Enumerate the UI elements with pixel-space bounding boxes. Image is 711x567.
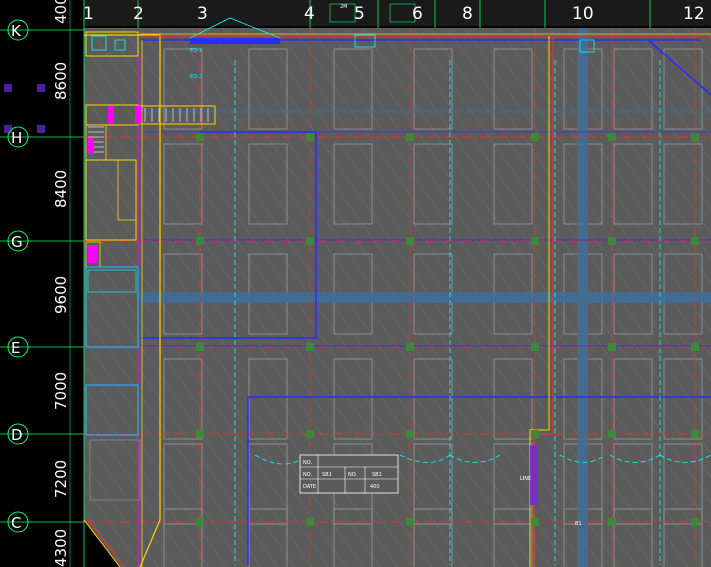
dim-5: 7200: [52, 460, 70, 498]
structural-column: [406, 430, 414, 438]
row-label-c: C: [11, 514, 21, 532]
dim-0: 400: [52, 0, 70, 24]
row-label-d: D: [11, 426, 23, 444]
structural-column: [531, 430, 539, 438]
structural-column: [531, 133, 539, 141]
structural-column: [406, 518, 414, 526]
structural-column: [406, 133, 414, 141]
structural-column: [306, 133, 314, 141]
col-label-1: 1: [83, 4, 94, 24]
tag-eq2: EQ-2: [190, 74, 202, 80]
row-label-h: H: [11, 129, 22, 147]
structural-column: [306, 518, 314, 526]
col-label-4: 4: [304, 4, 315, 24]
tag-eq1: EQ-1: [190, 48, 202, 54]
structural-column: [691, 237, 699, 245]
col-label-5: 5: [354, 4, 365, 24]
row-label-e: E: [11, 339, 20, 357]
table-cell-r2c2: SB1: [322, 472, 332, 478]
dim-6: 4300: [52, 529, 70, 567]
structural-column: [196, 430, 204, 438]
col-label-2: 2: [133, 4, 144, 24]
tag-b1: B1: [575, 521, 582, 527]
table-cell-r2c3: NO.: [348, 472, 357, 478]
structural-column: [196, 133, 204, 141]
structural-column: [608, 133, 616, 141]
row-label-g: G: [11, 233, 23, 251]
dim-2: 8400: [52, 170, 70, 208]
table-cell-r3c1: DATE: [303, 484, 316, 490]
structural-column: [691, 133, 699, 141]
row-label-k: K: [11, 22, 22, 40]
structural-column: [691, 518, 699, 526]
structural-column: [691, 430, 699, 438]
structural-column: [531, 343, 539, 351]
structural-column: [306, 237, 314, 245]
structural-column: [531, 237, 539, 245]
table-cell-r2c4: SB1: [372, 472, 382, 478]
col-label-8: 8: [462, 4, 473, 24]
structural-column: [306, 343, 314, 351]
structural-column: [691, 343, 699, 351]
info-table: NO. NO. SB1 NO. SB1 DATE 400: [299, 454, 399, 494]
structural-column: [608, 237, 616, 245]
table-cell-r3c2: 400: [370, 484, 380, 490]
structural-column: [608, 343, 616, 351]
col-label-12: 12: [683, 4, 705, 24]
col-label-3: 3: [197, 4, 208, 24]
table-cell-r1c1: NO.: [303, 460, 312, 466]
structural-column: [406, 237, 414, 245]
structural-column: [608, 430, 616, 438]
top-label: 2M: [340, 4, 348, 10]
cad-drawing: NO. NO. SB1 NO. SB1 DATE 400 EQ-1 EQ-2 L…: [0, 0, 711, 567]
col-label-6: 6: [412, 4, 423, 24]
dim-1: 8600: [52, 62, 70, 100]
row-dimensions: 400 8600 8400 9600 7000 7200 4300: [52, 0, 70, 567]
col-label-10: 10: [572, 4, 594, 24]
structural-column: [306, 430, 314, 438]
tag-line: LINE: [520, 476, 531, 482]
structural-column: [196, 343, 204, 351]
dim-4: 7000: [52, 372, 70, 410]
structural-column: [608, 518, 616, 526]
dim-3: 9600: [52, 276, 70, 314]
structural-column: [406, 343, 414, 351]
table-cell-r2c1: NO.: [303, 472, 312, 478]
structural-column: [531, 518, 539, 526]
structural-column: [196, 518, 204, 526]
structural-column: [196, 237, 204, 245]
